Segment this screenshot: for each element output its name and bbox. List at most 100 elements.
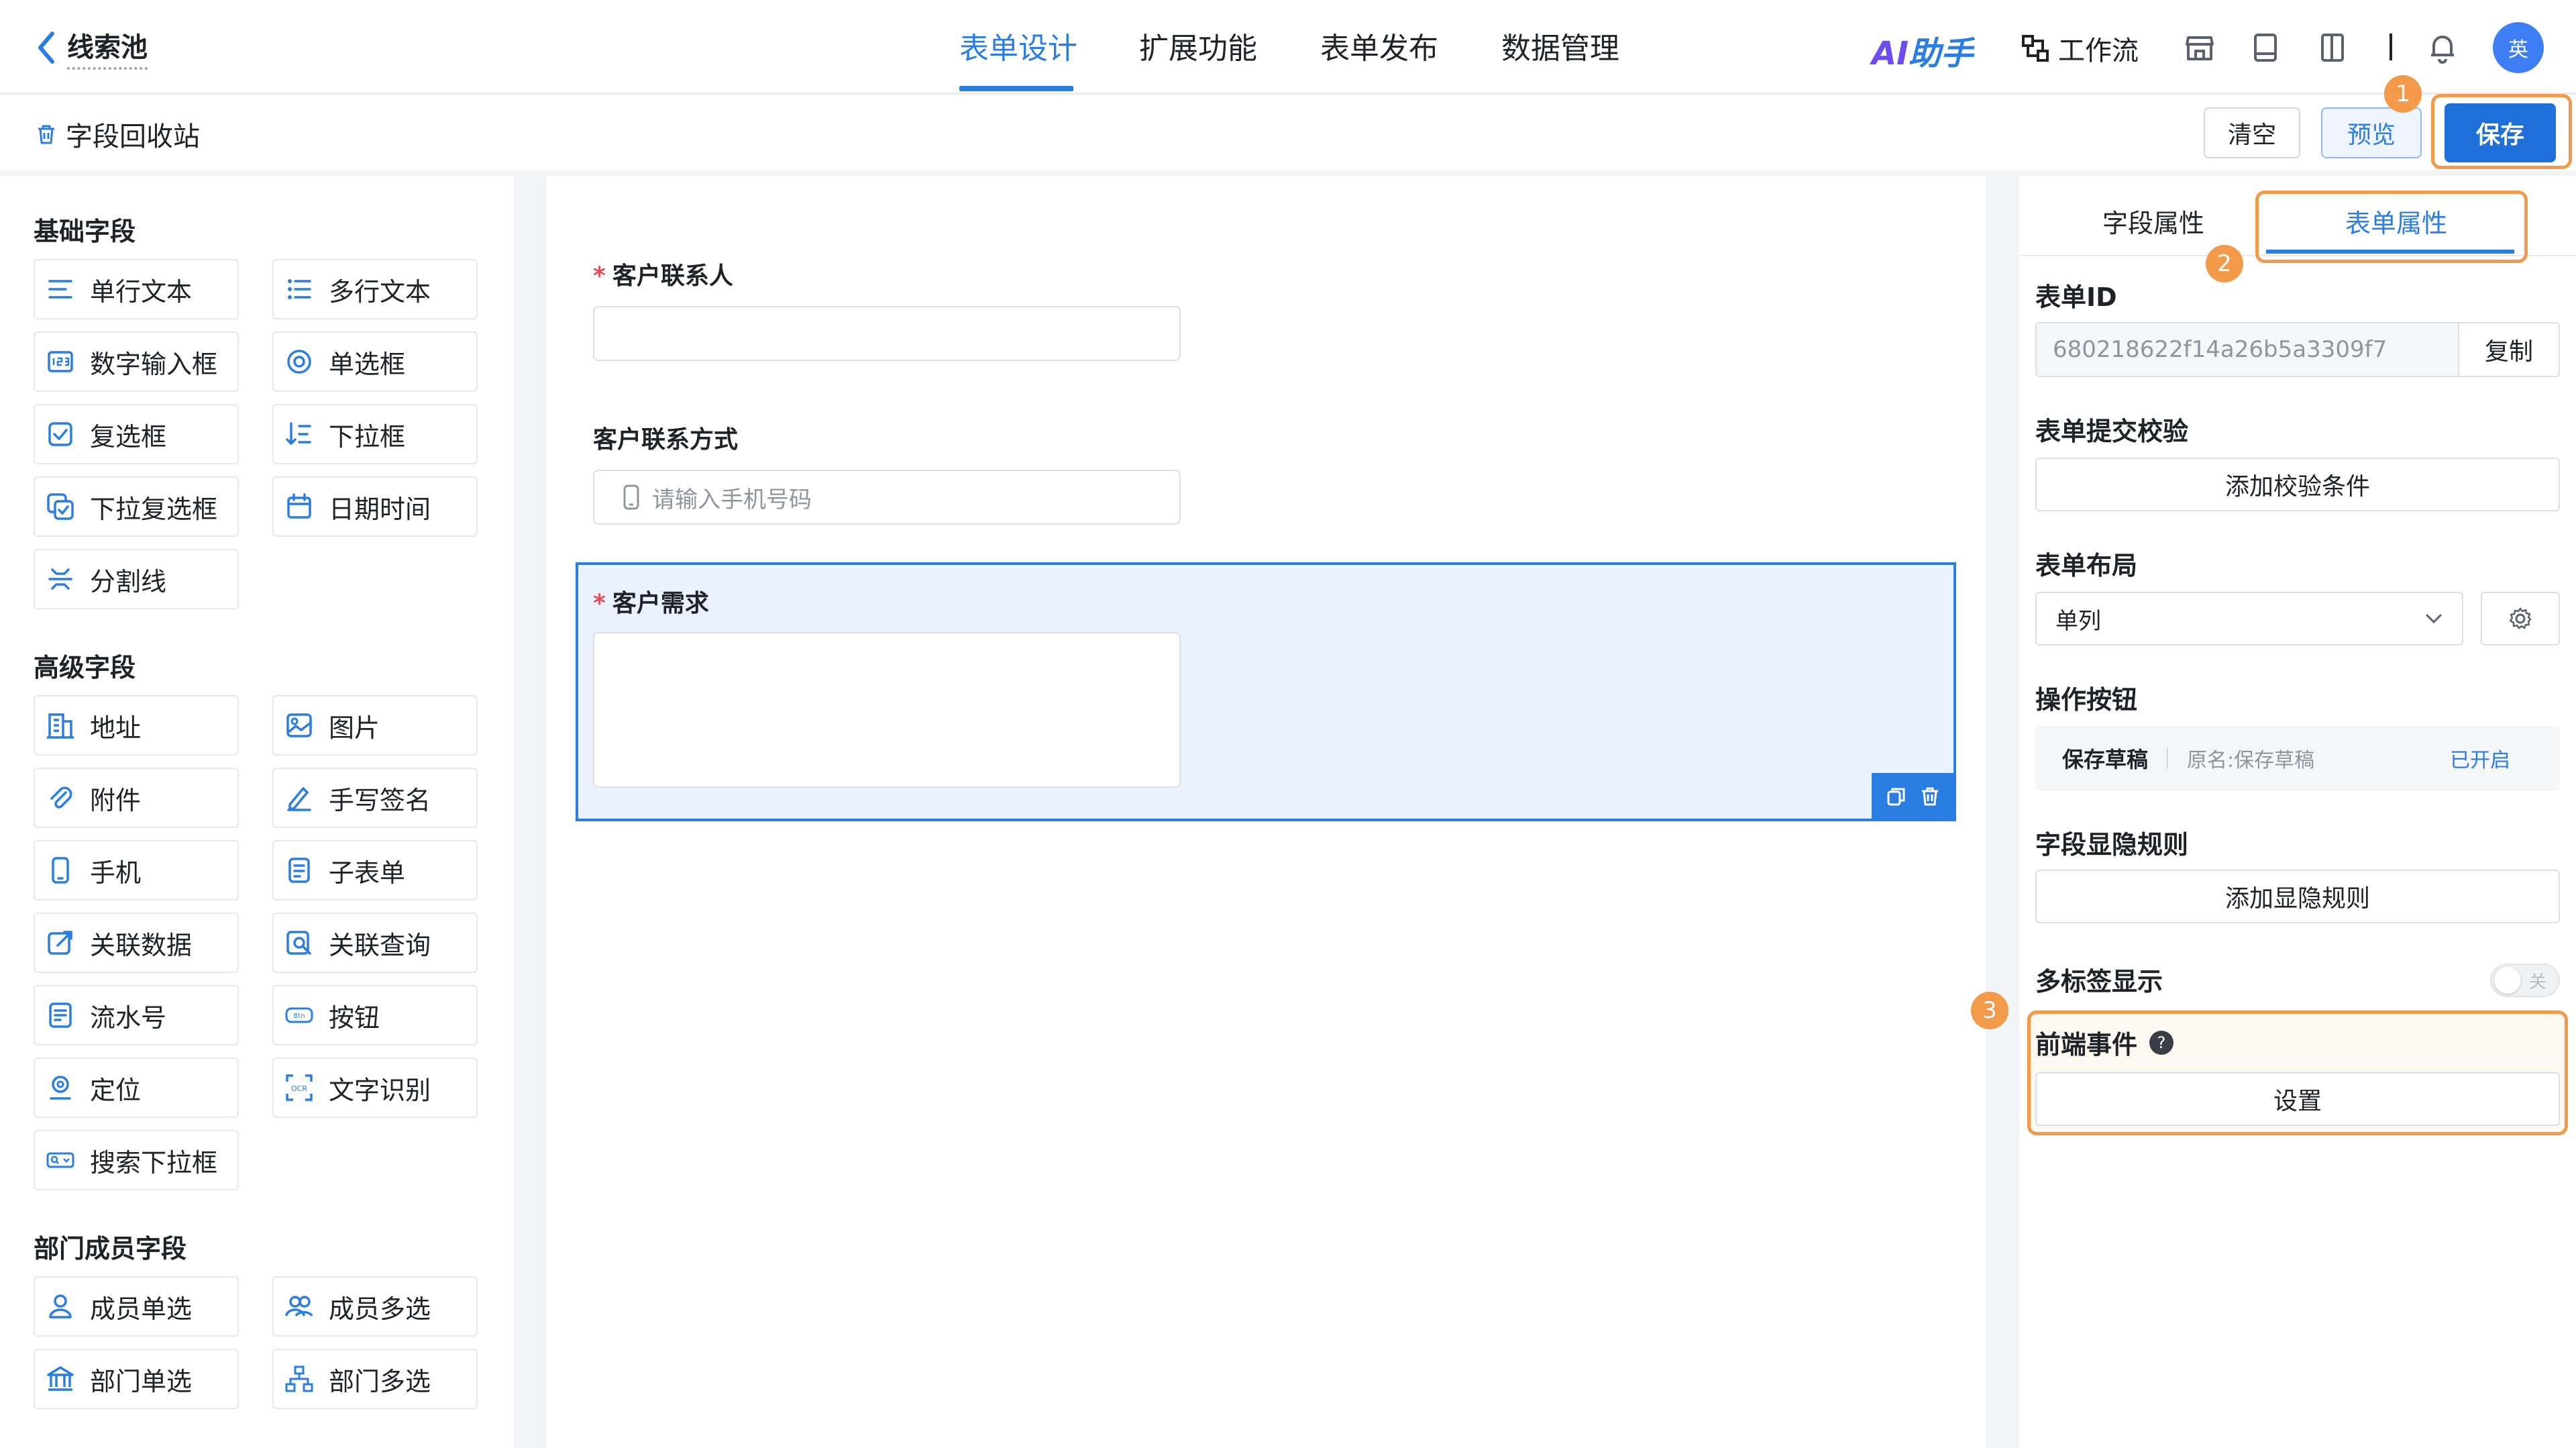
layout-settings-button[interactable] <box>2481 592 2560 645</box>
field-multi-line-text[interactable]: 多行文本 <box>272 259 478 319</box>
tab-form-publish[interactable]: 表单发布 <box>1320 24 1438 71</box>
field-linked-query[interactable]: 关联查询 <box>272 913 478 973</box>
frontend-events-header: 前端事件 ? <box>2035 1024 2174 1061</box>
linked-query-icon <box>284 928 314 958</box>
recycle-bin-icon <box>35 123 58 146</box>
phone-input[interactable]: 请输入手机号码 <box>593 470 1181 525</box>
ocr-icon: OCR <box>284 1073 314 1102</box>
field-subform[interactable]: 子表单 <box>272 840 478 900</box>
field-location[interactable]: 定位 <box>34 1057 239 1118</box>
search-dropdown-icon <box>46 1145 75 1175</box>
field-address[interactable]: 地址 <box>34 695 239 756</box>
section-title-department-member: 部门成员字段 <box>34 1234 187 1263</box>
field-radio[interactable]: 单选框 <box>272 331 478 392</box>
member-multi-icon <box>284 1292 314 1321</box>
field-datetime[interactable]: 日期时间 <box>272 476 478 537</box>
form-layout-label: 表单布局 <box>2035 551 2138 580</box>
action-button-status[interactable]: 已开启 <box>2450 743 2510 773</box>
copy-icon[interactable] <box>1886 786 1907 807</box>
field-checkbox[interactable]: 复选框 <box>34 404 239 464</box>
field-label: 流水号 <box>90 1002 167 1033</box>
book-icon[interactable] <box>2249 31 2282 64</box>
svg-text:Btn: Btn <box>293 1013 305 1020</box>
field-serial-number[interactable]: 流水号 <box>34 985 239 1045</box>
section-title-basic: 基础字段 <box>34 217 136 246</box>
field-button[interactable]: Btn 按钮 <box>272 985 478 1045</box>
field-divider[interactable]: 分割线 <box>34 549 239 609</box>
add-visibility-rule-button[interactable]: 添加显隐规则 <box>2035 870 2560 923</box>
avatar[interactable]: 英 <box>2493 22 2544 73</box>
field-signature[interactable]: 手写签名 <box>272 768 478 828</box>
tab-field-properties[interactable]: 字段属性 <box>2102 203 2204 240</box>
active-tab-indicator <box>959 86 1073 91</box>
field-single-line-text[interactable]: 单行文本 <box>34 259 239 319</box>
field-search-dropdown[interactable]: 搜索下拉框 <box>34 1130 239 1190</box>
tab-data-management[interactable]: 数据管理 <box>1501 24 1619 71</box>
field-label: 图片 <box>329 713 380 743</box>
field-member-multi[interactable]: 成员多选 <box>272 1276 478 1337</box>
field-phone[interactable]: 手机 <box>34 840 239 900</box>
customer-needs-textarea[interactable] <box>593 632 1181 788</box>
back-button[interactable]: 线索池 <box>36 24 148 71</box>
frontend-events-settings-button[interactable]: 设置 <box>2035 1072 2560 1126</box>
field-number-input[interactable]: 数字输入框 <box>34 331 239 392</box>
field-label: 搜索下拉框 <box>90 1147 218 1178</box>
visibility-rules-label: 字段显隐规则 <box>2035 830 2189 860</box>
divider-icon <box>46 564 75 594</box>
toggle-state-label: 关 <box>2529 972 2547 992</box>
field-label-text: 客户联系人 <box>612 262 733 290</box>
action-button-divider <box>2167 747 2169 769</box>
workflow-button[interactable]: 工作流 <box>2021 30 2139 67</box>
field-image[interactable]: 图片 <box>272 695 478 756</box>
gear-icon <box>2508 606 2533 631</box>
phone-icon <box>621 484 641 511</box>
field-department-multi[interactable]: 部门多选 <box>272 1349 478 1409</box>
copy-button[interactable]: 复制 <box>2458 323 2559 376</box>
field-label: 数字输入框 <box>90 349 218 379</box>
preview-button[interactable]: 预览 <box>2321 107 2422 158</box>
field-label: 关联查询 <box>329 930 431 960</box>
field-ocr[interactable]: OCR 文字识别 <box>272 1057 478 1118</box>
field-label: 定位 <box>90 1075 142 1105</box>
help-icon[interactable]: ? <box>2149 1030 2174 1055</box>
field-label: 手写签名 <box>329 785 431 815</box>
image-icon <box>284 711 314 740</box>
ai-assistant-button[interactable]: AI助手 <box>1872 27 1973 74</box>
member-single-icon <box>46 1292 75 1321</box>
form-properties-highlight-box <box>2255 191 2528 263</box>
layout-select[interactable]: 单列 <box>2035 592 2463 645</box>
tab-extensions[interactable]: 扩展功能 <box>1139 24 1257 71</box>
contact-person-input[interactable] <box>593 306 1181 361</box>
signature-icon <box>284 783 314 813</box>
multi-tab-toggle[interactable]: 关 <box>2490 964 2560 997</box>
add-validation-button[interactable]: 添加校验条件 <box>2035 458 2560 511</box>
section-title-advanced: 高级字段 <box>34 653 136 682</box>
field-label: 下拉框 <box>329 421 406 452</box>
field-dropdown[interactable]: 下拉框 <box>272 404 478 464</box>
workflow-icon <box>2021 34 2050 63</box>
field-dropdown-checkbox[interactable]: 下拉复选框 <box>34 476 239 537</box>
bell-icon[interactable] <box>2426 31 2459 64</box>
store-icon[interactable] <box>2183 31 2216 64</box>
field-label: 附件 <box>90 785 142 815</box>
field-label: 文字识别 <box>329 1075 431 1105</box>
save-button[interactable]: 保存 <box>2445 103 2556 162</box>
field-label: 分割线 <box>90 566 167 597</box>
field-linked-data[interactable]: 关联数据 <box>34 913 239 973</box>
clear-button[interactable]: 清空 <box>2204 107 2300 158</box>
ai-assistant-suffix: 助手 <box>1909 35 1974 72</box>
tab-form-design[interactable]: 表单设计 <box>959 24 1077 71</box>
field-attachment[interactable]: 附件 <box>34 768 239 828</box>
layout-panel-icon[interactable] <box>2316 31 2349 64</box>
field-member-single[interactable]: 成员单选 <box>34 1276 239 1337</box>
action-button-row[interactable]: 保存草稿 原名:保存草稿 已开启 <box>2035 726 2560 790</box>
svg-text:OCR: OCR <box>291 1084 307 1093</box>
field-recycle-bin-button[interactable]: 字段回收站 <box>35 115 200 153</box>
required-mark: * <box>593 590 606 617</box>
field-label: 复选框 <box>90 421 167 452</box>
layout-select-value: 单列 <box>2055 607 2101 635</box>
form-id-value: 680218622f14a26b5a3309f7 <box>2037 323 2458 376</box>
field-department-single[interactable]: 部门单选 <box>34 1349 239 1409</box>
action-button-name: 保存草稿 <box>2062 747 2149 772</box>
delete-icon[interactable] <box>1919 786 1941 807</box>
